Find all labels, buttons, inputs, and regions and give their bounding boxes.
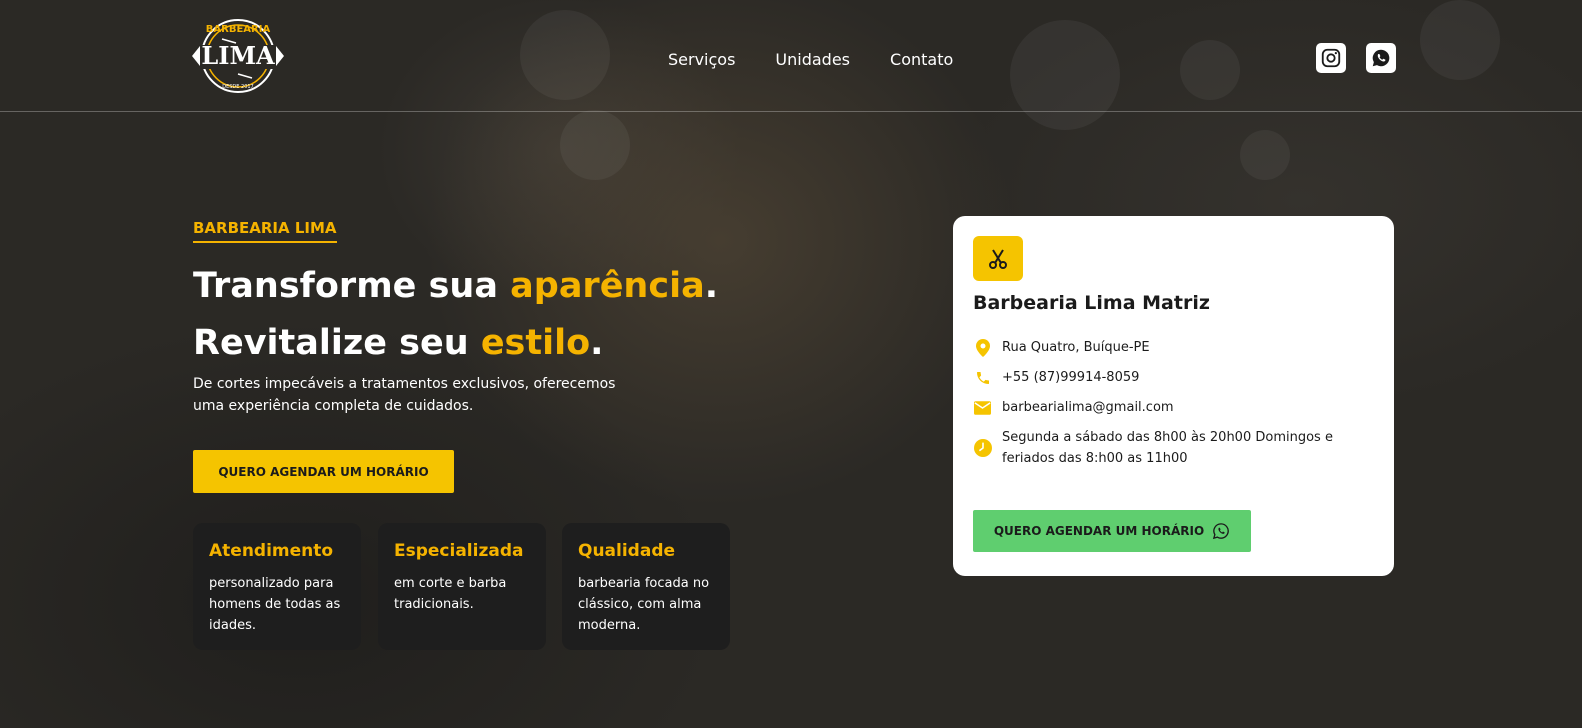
feature-title: Qualidade bbox=[578, 541, 676, 561]
scissors-icon bbox=[973, 236, 1023, 281]
main-nav: Serviços Unidades Contato bbox=[668, 50, 953, 69]
brand-logo[interactable]: BARBEARIA LIMA DESDE 2017 bbox=[186, 12, 290, 100]
feature-text: personalizado para homens de todas as id… bbox=[209, 576, 341, 633]
clock-icon bbox=[973, 438, 992, 457]
feature-card-qualidade: Qualidade barbearia focada no clássico, … bbox=[562, 523, 730, 650]
feature-text: barbearia focada no clássico, com alma m… bbox=[578, 576, 710, 633]
unit-phone-text: +55 (87)99914-8059 bbox=[1002, 370, 1140, 385]
nav-link-contato[interactable]: Contato bbox=[890, 50, 953, 69]
feature-text: em corte e barba tradicionais. bbox=[394, 576, 507, 612]
logo-top-text: BARBEARIA bbox=[206, 24, 271, 35]
unit-address: Rua Quatro, Buíque-PE bbox=[973, 337, 1150, 358]
unit-hours-text: Segunda a sábado das 8h00 às 20h00 Domin… bbox=[1002, 430, 1333, 466]
hero-eyebrow: BARBEARIA LIMA bbox=[193, 219, 337, 243]
nav-link-servicos[interactable]: Serviços bbox=[668, 50, 735, 69]
whatsapp-icon bbox=[1213, 523, 1230, 540]
feature-card-especializada: Especializada em corte e barba tradicion… bbox=[378, 523, 546, 650]
unit-title: Barbearia Lima Matriz bbox=[973, 292, 1210, 314]
unit-address-text: Rua Quatro, Buíque-PE bbox=[1002, 340, 1150, 355]
hero-lead-text: De cortes impecáveis a tratamentos exclu… bbox=[193, 376, 616, 414]
logo-main-text: LIMA bbox=[201, 41, 275, 70]
mail-icon bbox=[973, 398, 992, 417]
nav-link-unidades[interactable]: Unidades bbox=[775, 50, 850, 69]
whatsapp-schedule-button[interactable]: QUERO AGENDAR UM HORÁRIO bbox=[973, 510, 1251, 552]
logo-bottom-text: DESDE 2017 bbox=[222, 84, 254, 90]
unit-card: Barbearia Lima Matriz Rua Quatro, Buíque… bbox=[953, 216, 1394, 576]
schedule-button[interactable]: QUERO AGENDAR UM HORÁRIO bbox=[193, 450, 454, 493]
feature-title: Especializada bbox=[394, 541, 524, 561]
map-pin-icon bbox=[973, 338, 992, 357]
phone-icon bbox=[973, 368, 992, 387]
whatsapp-icon[interactable] bbox=[1366, 43, 1396, 73]
site-header: BARBEARIA LIMA DESDE 2017 Serviços Unida… bbox=[0, 0, 1582, 112]
whatsapp-schedule-label: QUERO AGENDAR UM HORÁRIO bbox=[993, 524, 1205, 538]
hero-headline-line-1: Transforme sua aparência. bbox=[193, 266, 719, 306]
unit-email-text: barbearialima@gmail.com bbox=[1002, 400, 1174, 415]
unit-email: barbearialima@gmail.com bbox=[973, 397, 1174, 418]
hero-headline-line-2: Revitalize seu estilo. bbox=[193, 323, 604, 363]
unit-hours: Segunda a sábado das 8h00 às 20h00 Domin… bbox=[973, 427, 1343, 469]
feature-title: Atendimento bbox=[209, 541, 334, 561]
feature-card-atendimento: Atendimento personalizado para homens de… bbox=[193, 523, 361, 650]
instagram-icon[interactable] bbox=[1316, 43, 1346, 73]
unit-phone: +55 (87)99914-8059 bbox=[973, 367, 1139, 388]
